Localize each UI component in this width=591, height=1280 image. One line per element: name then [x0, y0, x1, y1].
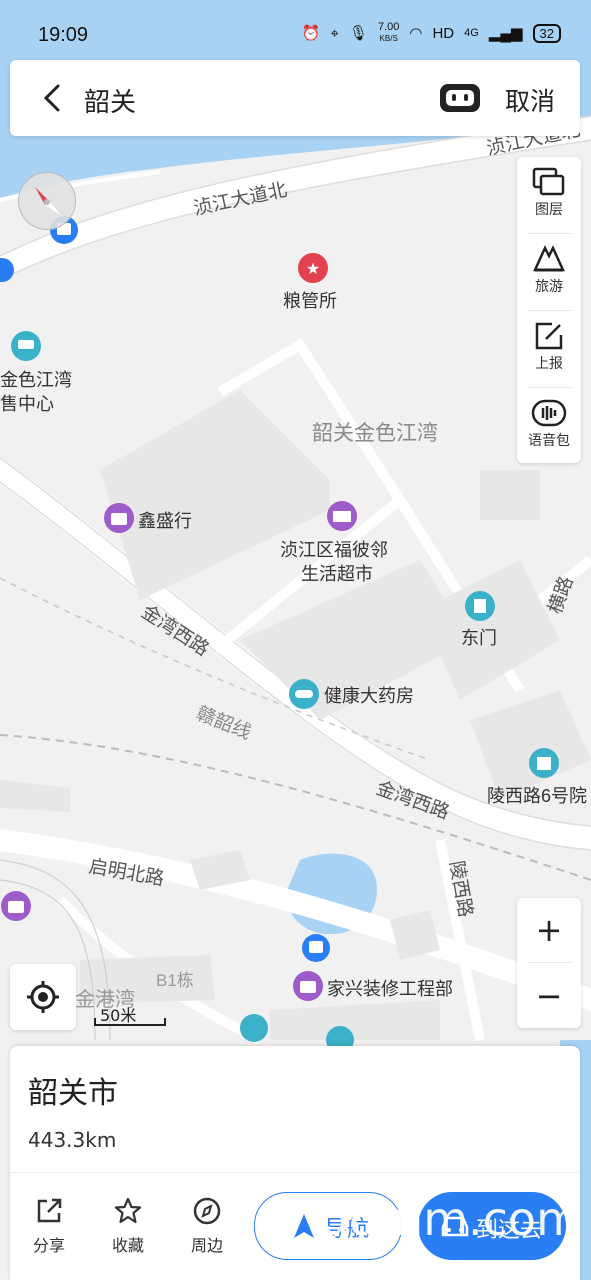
signal-label: 4G: [464, 27, 479, 39]
report-button[interactable]: 上报: [517, 311, 581, 387]
share-button[interactable]: 分享: [19, 1196, 79, 1256]
net-speed: 7.00: [377, 21, 400, 33]
poi-label: 鑫盛行: [138, 511, 192, 531]
poi-label: 家兴装修工程部: [327, 979, 453, 999]
poi-label: 售中心: [0, 394, 54, 414]
signal-icon: ▂▄▆: [488, 25, 523, 42]
alarm-icon: ⏰: [301, 25, 321, 42]
travel-icon: [533, 245, 565, 272]
star-icon: [114, 1197, 142, 1224]
zoom-out-button[interactable]: −: [517, 964, 581, 1028]
cancel-button[interactable]: 取消: [505, 82, 555, 118]
poi-label: 生活超市: [301, 564, 373, 584]
search-bar[interactable]: 韶关 取消: [10, 60, 580, 136]
building-label: B1栋: [156, 971, 194, 990]
share-label: 分享: [32, 1236, 65, 1255]
poi-label: 金色江湾: [0, 370, 72, 390]
poi-label: 陵西路6号院: [487, 786, 587, 806]
poi-purple-left[interactable]: [1, 891, 31, 921]
status-time: 19:09: [38, 24, 89, 46]
compass-icon[interactable]: [18, 172, 76, 230]
bus-stop-icon[interactable]: [302, 934, 330, 962]
report-icon: [535, 322, 563, 350]
area-label: 韶关金色江湾: [312, 422, 438, 445]
poi-label: 粮管所: [283, 291, 337, 311]
tool-label: 语音包: [528, 433, 570, 449]
nearby-label: 周边: [190, 1236, 223, 1255]
nearby-button[interactable]: 周边: [177, 1196, 237, 1256]
location-icon: ⌖: [330, 24, 339, 42]
voice-pack-icon: [531, 399, 567, 427]
hd-label: HD: [432, 24, 455, 42]
map-scale: 50米: [94, 1002, 166, 1026]
favorite-button[interactable]: 收藏: [98, 1196, 158, 1256]
travel-button[interactable]: 旅游: [517, 234, 581, 310]
tool-label: 图层: [535, 202, 563, 218]
watermark: gdmm.com: [320, 1192, 581, 1246]
poi-label: 浈江区福彼邻: [280, 540, 388, 560]
layers-button[interactable]: 图层: [517, 157, 581, 233]
search-query[interactable]: 韶关: [84, 82, 136, 119]
place-distance: 443.3km: [28, 1128, 117, 1152]
zoom-in-button[interactable]: +: [517, 898, 581, 962]
poi-label: 健康大药房: [324, 686, 414, 706]
place-title: 韶关市: [28, 1076, 118, 1111]
favorite-label: 收藏: [111, 1236, 144, 1255]
status-bar: 19:09 ⏰ ⌖ 🎙 7.00 KB/S ◠ HD 4G ▂▄▆ 32: [0, 0, 591, 62]
assistant-robot-icon[interactable]: [438, 80, 482, 116]
battery-indicator: 32: [532, 23, 561, 43]
tool-label: 旅游: [535, 279, 563, 295]
crosshair-icon: [27, 981, 59, 1013]
voice-pack-button[interactable]: 语音包: [517, 388, 581, 464]
my-location-button[interactable]: [10, 964, 76, 1030]
poi-building-icon[interactable]: [240, 1014, 268, 1042]
zoom-controls: + −: [517, 898, 581, 1028]
net-unit: KB/S: [379, 34, 398, 43]
back-arrow-icon[interactable]: [34, 78, 74, 118]
share-icon: [37, 1198, 62, 1223]
mic-icon: 🎙: [348, 25, 368, 42]
status-icons: ⏰ ⌖ 🎙 7.00 KB/S ◠ HD 4G ▂▄▆ 32: [302, 22, 561, 44]
navigation-arrow-icon: [294, 1214, 314, 1238]
scale-bar: [94, 1018, 166, 1026]
compass-icon: [193, 1197, 221, 1225]
tool-label: 上报: [535, 356, 563, 372]
wifi-icon: ◠: [409, 25, 423, 42]
svg-text:★: ★: [306, 261, 320, 278]
map-tools-panel: 图层 旅游 上报 语音包: [517, 157, 581, 463]
poi-label: 东门: [461, 628, 497, 648]
layers-icon: [532, 167, 565, 196]
